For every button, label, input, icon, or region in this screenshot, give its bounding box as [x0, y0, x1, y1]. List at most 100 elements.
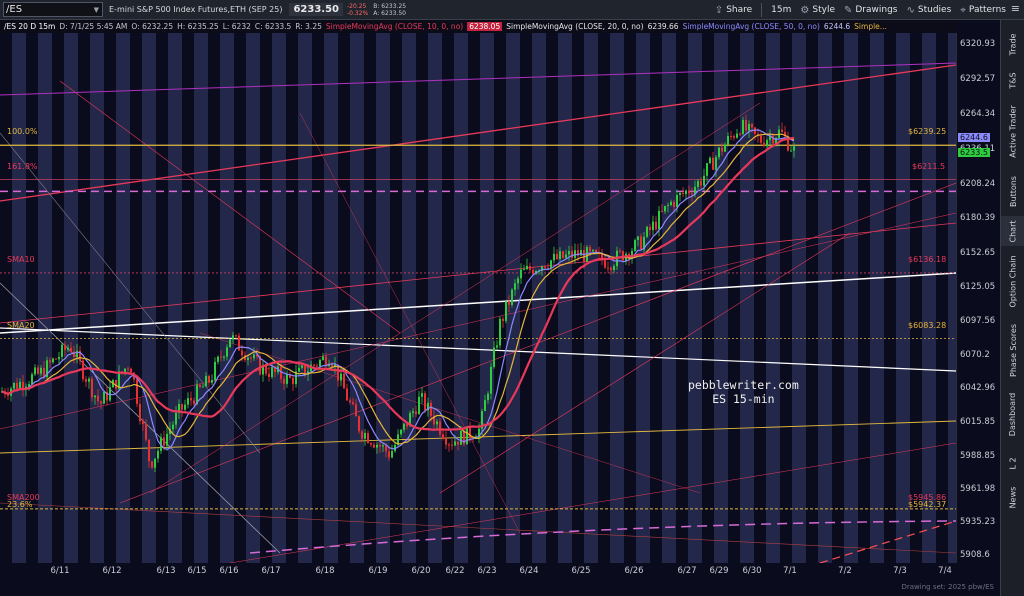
sidebar-item-active-trader[interactable]: Active Trader: [1001, 98, 1024, 164]
price-tick: 5988.85: [960, 450, 996, 461]
price-tick: 6208.24: [960, 178, 996, 189]
time-axis[interactable]: 6/11 6/12 6/13 6/15 6/16 6/17 6/18 6/19 6/20 6/22…: [0, 563, 956, 581]
candle-body: [166, 433, 168, 446]
last-price-tag: 6233.5: [958, 148, 990, 158]
price-axis[interactable]: 6320.936292.576264.346236.116208.246180.…: [956, 33, 1000, 563]
sma10-study-label[interactable]: SimpleMovingAvg (CLOSE, 10, 0, no): [326, 22, 463, 31]
candle-body: [40, 367, 42, 374]
symbol-input[interactable]: /ES ▼: [3, 2, 103, 17]
sidebar-item-buttons[interactable]: Buttons: [1001, 170, 1024, 212]
sidebar-item-label: Phase Scores: [1008, 323, 1018, 377]
candle-body: [460, 430, 462, 445]
candle-body: [619, 250, 621, 252]
candle-body: [388, 451, 390, 458]
price-tick: 6180.39: [960, 213, 996, 224]
sidebar-item-phase-scores[interactable]: Phase Scores: [1001, 322, 1024, 378]
candle-body: [562, 251, 564, 258]
fib-100-value: $6239.25: [908, 127, 947, 136]
date-tick: 6/30: [742, 566, 762, 576]
price-tick: 6042.96: [960, 383, 996, 394]
candle-body: [502, 318, 504, 321]
studies-button[interactable]: ∿ Studies: [907, 5, 952, 16]
candle-body: [103, 391, 105, 404]
sidebar-item-news[interactable]: News: [1001, 482, 1024, 512]
candle-body: [52, 358, 54, 363]
candle-body: [490, 366, 492, 394]
candle-body: [349, 400, 351, 403]
sma10-level-label: SMA10: [7, 255, 35, 264]
candle-body: [67, 347, 69, 350]
candle-body: [439, 421, 441, 435]
sidebar-item-l-2[interactable]: L 2: [1001, 450, 1024, 476]
candle-body: [712, 157, 714, 170]
candle-body: [220, 356, 222, 358]
sidebar-item-dashboard[interactable]: Dashboard: [1001, 382, 1024, 446]
menu-icon[interactable]: ≡: [1011, 2, 1020, 15]
sidebar-item-trade[interactable]: Trade: [1001, 28, 1024, 60]
sidebar-item-option-chain[interactable]: Option Chain: [1001, 250, 1024, 312]
sma200-study-label[interactable]: Simple...: [854, 22, 887, 31]
candle-body: [163, 437, 165, 446]
candle-body: [223, 356, 225, 358]
candle-body: [424, 393, 426, 411]
candle-body: [529, 265, 531, 270]
candle-body: [607, 267, 609, 269]
candle-body: [187, 398, 189, 405]
drawings-label: Drawings: [855, 5, 898, 15]
price-chart[interactable]: 100.0% $6239.25 161.8% $6211.5 SMA10 $61…: [0, 33, 956, 563]
session-band: [792, 33, 806, 563]
session-band: [168, 33, 182, 563]
price-tick: 6152.65: [960, 247, 996, 258]
date-tick: 6/25: [571, 566, 591, 576]
candle-body: [703, 175, 705, 186]
candle-body: [640, 236, 642, 250]
date-tick: 7/2: [838, 566, 852, 576]
candle-body: [217, 356, 219, 362]
chevron-down-icon[interactable]: ▼: [94, 6, 99, 14]
session-band: [480, 33, 494, 563]
style-button[interactable]: ⚙ Style: [800, 5, 835, 16]
session-band: [350, 33, 364, 563]
session-band: [584, 33, 598, 563]
candle-body: [208, 375, 210, 383]
sma50-study-label[interactable]: SimpleMovingAvg (CLOSE, 50, 0, no): [683, 22, 820, 31]
sidebar-item-label: Option Chain: [1008, 254, 1018, 308]
session-band: [896, 33, 910, 563]
price-tick: 6264.34: [960, 109, 996, 120]
candle-body: [418, 396, 420, 415]
candle-body: [484, 400, 486, 412]
date-tick: 6/26: [624, 566, 644, 576]
candle-body: [355, 404, 357, 417]
candle-body: [646, 226, 648, 237]
candle-body: [376, 444, 378, 448]
session-band: [116, 33, 130, 563]
timeframe-button[interactable]: 15m: [771, 5, 791, 15]
candle-body: [670, 201, 672, 206]
candle-body: [559, 251, 561, 260]
fib-100-label: 100.0%: [7, 127, 38, 136]
sidebar-item-chart[interactable]: Chart: [1001, 216, 1024, 246]
share-button[interactable]: ⇪ Share: [715, 5, 752, 16]
sidebar-item-t-s[interactable]: T&S: [1001, 66, 1024, 94]
studies-icon: ∿: [906, 4, 915, 16]
candle-body: [721, 147, 723, 152]
candle-body: [70, 347, 72, 352]
patterns-button[interactable]: ⌖ Patterns: [960, 5, 1006, 16]
date-tick: 7/3: [893, 566, 907, 576]
candle-body: [706, 163, 708, 176]
candle-body: [139, 403, 141, 422]
candle-body: [19, 381, 21, 389]
drawings-button[interactable]: ✎ Drawings: [844, 5, 898, 16]
candle-body: [508, 301, 510, 305]
candle-body: [739, 133, 741, 135]
candle-body: [457, 441, 459, 445]
candle-body: [700, 180, 702, 186]
candle-body: [367, 432, 369, 444]
candle-body: [589, 246, 591, 252]
chart-canvas[interactable]: [0, 33, 956, 563]
candle-body: [724, 144, 726, 152]
candle-body: [532, 269, 534, 275]
candle-body: [154, 458, 156, 468]
sma20-study-label[interactable]: SimpleMovingAvg (CLOSE, 20, 0, no): [506, 22, 643, 31]
watermark-subtitle: ES 15-min: [712, 392, 775, 406]
